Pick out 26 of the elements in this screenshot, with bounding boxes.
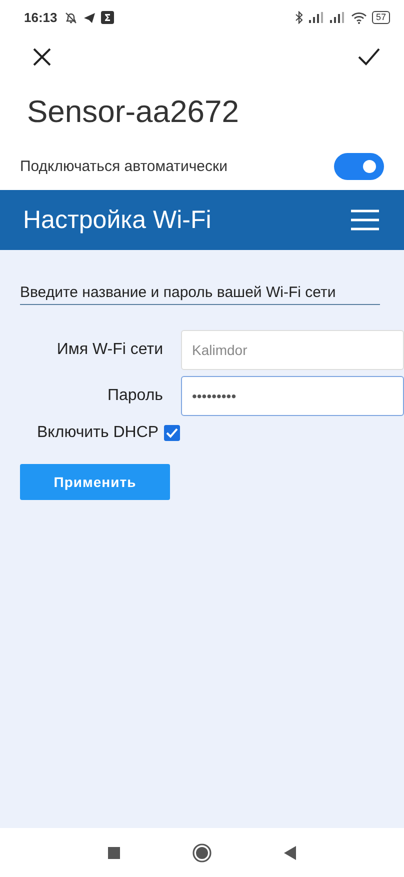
page-title: Настройка Wi-Fi [23,206,212,234]
input-field[interactable]: ••••••••• [181,376,404,416]
bell-off-icon [64,10,78,24]
back-icon[interactable] [284,846,296,860]
dhcp-label: Включить DHCP [37,424,159,442]
field-label: Пароль [106,387,163,405]
signal-icon [330,12,346,23]
auto-connect-label: Подключаться автоматически [20,158,228,174]
wifi-icon [350,12,367,24]
toggle-switch[interactable] [334,152,384,180]
status-time: 16:13 [24,10,58,25]
dhcp-checkbox[interactable] [164,425,180,441]
check-icon[interactable] [358,48,380,66]
bluetooth-icon [294,11,304,24]
paper-plane-icon [83,12,96,24]
dialog-title: Sensor-aa2672 [26,93,240,131]
battery-level: 57 [372,11,390,24]
square-icon[interactable] [108,846,120,858]
home-icon[interactable] [192,842,212,862]
field-label: Имя W-Fi сети [56,341,163,359]
sigma-icon [101,11,114,24]
close-icon[interactable] [33,48,51,66]
signal-icon [308,12,325,23]
input-field[interactable]: Kalimdor [181,330,404,370]
form-heading: Введите название и пароль вашей Wi-Fi сети [20,284,380,305]
menu-icon[interactable] [351,209,379,231]
